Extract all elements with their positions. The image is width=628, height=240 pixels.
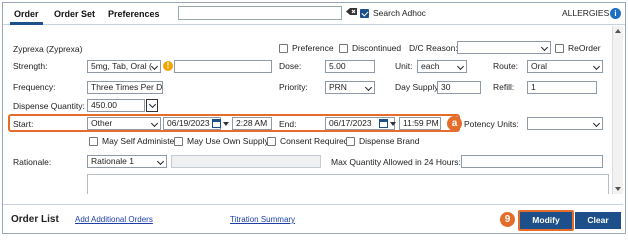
allergies-label[interactable]: ALLERGIES <box>562 8 609 19</box>
order-list-label: Order List <box>11 214 59 225</box>
dispense-quantity-label: Dispense Quantity: <box>13 101 85 111</box>
strength-extra-field[interactable] <box>174 60 272 73</box>
unit-label: Unit: <box>395 61 413 71</box>
dispense-brand-checkbox[interactable] <box>346 137 355 146</box>
reorder-label: ReOrder <box>568 43 601 53</box>
preference-checkbox[interactable] <box>279 44 288 53</box>
strength-label: Strength: <box>13 61 48 71</box>
add-additional-orders-link[interactable]: Add Additional Orders <box>75 215 153 224</box>
info-icon[interactable]: i <box>610 8 621 19</box>
comments-textarea[interactable] <box>87 174 609 194</box>
priority-label: Priority: <box>279 82 308 92</box>
tab-order[interactable]: Order <box>10 3 43 25</box>
callout-badge-a: a <box>447 116 462 131</box>
max-quantity-input[interactable] <box>461 155 603 168</box>
day-supply-label: Day Supply: <box>395 82 441 92</box>
tab-preferences[interactable]: Preferences <box>104 3 164 25</box>
may-use-own-supply-checkbox[interactable] <box>174 137 183 146</box>
dc-reason-select[interactable] <box>457 41 551 54</box>
unit-select[interactable]: each <box>417 60 467 73</box>
order-form: Zyprexa (Zyprexa) Preference Discontinue… <box>3 26 613 194</box>
refill-input[interactable]: 1 <box>527 81 597 94</box>
consent-required-label: Consent Required <box>280 136 349 146</box>
frequency-label: Frequency: <box>13 82 56 92</box>
preference-label: Preference <box>292 43 334 53</box>
dose-label: Dose: <box>279 61 302 71</box>
tab-bar: Order Order Set Preferences Search Adhoc… <box>3 3 625 25</box>
priority-select[interactable]: PRN <box>325 81 375 94</box>
titration-summary-link[interactable]: Titration Summary <box>230 215 295 224</box>
discontinued-label: Discontinued <box>352 43 402 53</box>
may-self-administer-checkbox[interactable] <box>89 137 98 146</box>
max-quantity-label: Max Quantity Allowed in 24 Hours: <box>331 157 461 167</box>
form-scrollbar[interactable] <box>612 26 623 194</box>
dose-input[interactable]: 5.00 <box>325 60 375 73</box>
strength-select[interactable]: 5mg, Tab, Oral ( <box>87 60 161 73</box>
discontinued-checkbox[interactable] <box>339 44 348 53</box>
search-input[interactable] <box>178 6 342 20</box>
consent-required-checkbox[interactable] <box>267 137 276 146</box>
tab-order-set[interactable]: Order Set <box>50 3 99 25</box>
dispense-brand-label: Dispense Brand <box>359 136 420 146</box>
clear-button[interactable]: Clear <box>575 212 621 229</box>
start-row-highlight <box>8 114 460 132</box>
may-self-administer-label: May Self Administer <box>102 136 178 146</box>
warning-icon[interactable]: ! <box>163 61 173 71</box>
dc-reason-label: D/C Reason: <box>409 43 458 53</box>
search-adhoc-checkbox[interactable] <box>360 9 369 18</box>
rationale-detail-field <box>171 155 321 168</box>
reorder-checkbox[interactable] <box>555 44 564 53</box>
scroll-up-icon[interactable] <box>615 29 621 33</box>
drug-name: Zyprexa (Zyprexa) <box>13 44 83 54</box>
potency-units-label: Potency Units: <box>464 119 519 129</box>
potency-units-select[interactable] <box>527 117 603 130</box>
modify-button[interactable]: Modify <box>520 212 572 229</box>
may-use-own-supply-label: May Use Own Supply <box>187 136 269 146</box>
frequency-input[interactable]: Three Times Per Day <box>87 81 163 94</box>
rationale-label: Rationale: <box>13 157 52 167</box>
rationale-select[interactable]: Rationale 1 <box>87 155 167 168</box>
day-supply-input[interactable]: 30 <box>437 81 481 94</box>
refill-label: Refill: <box>493 82 515 92</box>
callout-badge-9: 9 <box>500 212 515 227</box>
dispense-quantity-input[interactable]: 450.00 <box>87 99 145 112</box>
search-adhoc-label: Search Adhoc <box>373 8 426 18</box>
eraser-icon[interactable] <box>346 8 357 17</box>
route-label: Route: <box>493 61 519 71</box>
dispense-quantity-dropdown[interactable] <box>146 99 158 112</box>
route-select[interactable]: Oral <box>527 60 603 73</box>
scroll-down-icon[interactable] <box>615 187 621 191</box>
